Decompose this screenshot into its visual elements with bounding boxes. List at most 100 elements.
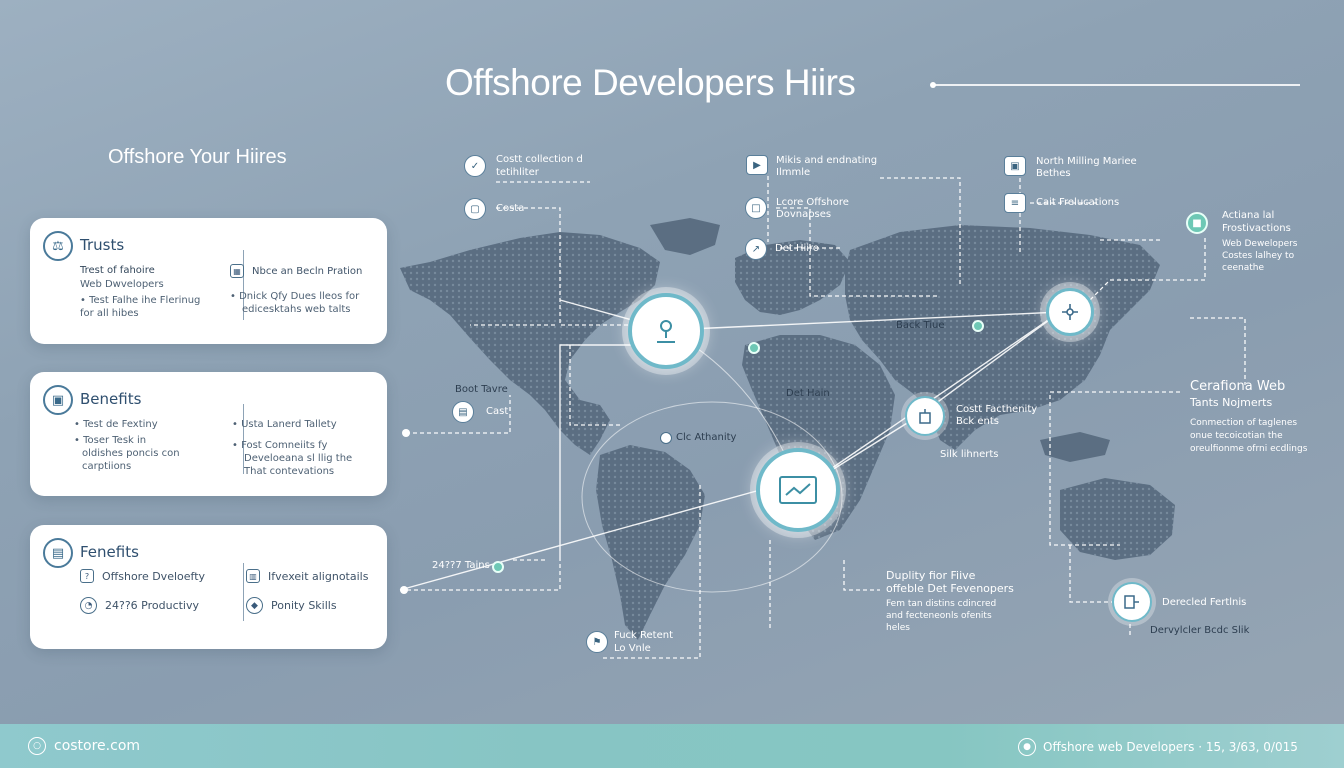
node-fuck-retent[interactable]: ⚑ bbox=[586, 631, 608, 653]
document-icon: ▤ bbox=[43, 538, 73, 568]
label-actiana-5: ceenathe bbox=[1222, 263, 1265, 273]
card-divider bbox=[243, 563, 244, 621]
node-det-hiiro[interactable]: ↗ bbox=[745, 238, 767, 260]
card-text: Develoeana sl llig the bbox=[244, 453, 353, 464]
fenefits-item-label: Ifvexeit alignotails bbox=[268, 569, 369, 583]
fenefits-item-4: ◆ Ponity Skills bbox=[246, 597, 337, 614]
label-actiana-2: Frostivactions bbox=[1222, 223, 1291, 234]
teal-dot-back bbox=[972, 320, 984, 332]
card-benefits[interactable]: ▣ Benefits • Test de Fextiny • Toser Tes… bbox=[30, 372, 387, 496]
label-duplity-2: offeble Det Fevenopers bbox=[886, 582, 1014, 595]
node-derecled[interactable] bbox=[1112, 582, 1152, 622]
label-mikis-1: Mikis and endnating bbox=[776, 155, 878, 166]
clock-icon: ◔ bbox=[80, 597, 97, 614]
label-actiana-3: Web Dewelopers bbox=[1222, 239, 1298, 249]
footer-site[interactable]: costore.com bbox=[54, 738, 140, 754]
label-cerafiona-desc-1: Conmection of taglenes bbox=[1190, 418, 1298, 428]
fenefits-item-3: ▥ Ifvexeit alignotails bbox=[246, 569, 368, 583]
teal-dot-europe bbox=[748, 342, 760, 354]
footer-right: ● Offshore web Developers · 15, 3/63, 0/… bbox=[1018, 738, 1298, 756]
footer-left[interactable]: ○ costore.com bbox=[28, 737, 140, 755]
card-title: Fenefits bbox=[80, 543, 139, 561]
card-text: for all hibes bbox=[80, 308, 139, 319]
label-det-hiiro: Det Hiiro bbox=[775, 243, 820, 254]
chart-mini-icon: ▥ bbox=[246, 569, 260, 583]
card-title: Trusts bbox=[80, 236, 125, 254]
user-icon: ● bbox=[1018, 738, 1036, 756]
card-text: • Test Falhe ihe Flerinug bbox=[80, 295, 201, 306]
label-north-milling-2: Bethes bbox=[1036, 168, 1071, 179]
node-actiana[interactable]: ■ bbox=[1186, 212, 1208, 234]
node-cost-collection[interactable]: ✓ bbox=[464, 155, 486, 177]
device-icon bbox=[1124, 595, 1139, 609]
big-node-chart[interactable] bbox=[756, 448, 840, 532]
card-text: carptiions bbox=[82, 461, 132, 472]
node-mikis[interactable]: ▶ bbox=[746, 155, 768, 175]
card-text: That contevations bbox=[244, 466, 335, 477]
card-text: Trest of fahoire bbox=[80, 265, 155, 276]
card-text: • Toser Tesk in bbox=[74, 435, 147, 446]
label-cost-facthenity-2: Bck ents bbox=[956, 416, 999, 427]
card-right-head: ▦ Nbce an Becln Pration bbox=[230, 264, 362, 278]
label-boot-tavre: Boot Tavre bbox=[455, 384, 508, 395]
calendar-icon: ▦ bbox=[230, 264, 244, 278]
label-fuck-retent-1: Fuck Retent bbox=[614, 630, 673, 641]
card-text: edicesktahs web talts bbox=[242, 304, 351, 315]
label-north-milling-1: North Milling Mariee bbox=[1036, 156, 1137, 167]
endpoint-dot-2 bbox=[400, 586, 408, 594]
shield-icon: ◆ bbox=[246, 597, 263, 614]
label-silk-lihnerts: Silk lihnerts bbox=[940, 449, 999, 460]
card-text: • Dnick Qfy Dues lleos for bbox=[230, 291, 360, 302]
footer-caption: Offshore web Developers · 15, 3/63, 0/01… bbox=[1043, 740, 1298, 754]
fenefits-item-label: 24??6 Productivy bbox=[105, 599, 200, 612]
card-text: • Test de Fextiny bbox=[74, 419, 158, 430]
label-duplity-desc-3: heles bbox=[886, 623, 910, 633]
node-costa[interactable]: ▢ bbox=[464, 198, 486, 220]
label-fuck-retent-2: Lo Vnle bbox=[614, 643, 651, 654]
label-cast: Cast bbox=[486, 406, 509, 417]
label-lcore-1: Lcore Offshore bbox=[776, 197, 849, 208]
label-dervylcler: Dervylcler Bcdc Slik bbox=[1150, 625, 1250, 636]
chart-icon bbox=[779, 476, 817, 504]
card-text: oldishes poncis con bbox=[82, 448, 180, 459]
card-text: Web Dwvelopers bbox=[80, 279, 164, 290]
node-cost-facthenity[interactable] bbox=[905, 396, 945, 436]
card-right-head-label: Nbce an Becln Pration bbox=[252, 265, 363, 277]
node-lcore[interactable]: □ bbox=[745, 197, 767, 219]
endpoint-dot-1 bbox=[402, 429, 410, 437]
card-text: • Usta Lanerd Tallety bbox=[232, 419, 337, 430]
label-det-hain: Det Hain bbox=[786, 388, 830, 399]
label-actiana-4: Costes lalhey to bbox=[1222, 251, 1295, 261]
card-trusts[interactable]: ⚖ Trusts Trest of fahoire Web Dwvelopers… bbox=[30, 218, 387, 344]
label-duplity-1: Duplity fior Fiive bbox=[886, 569, 976, 582]
node-clc[interactable] bbox=[660, 432, 672, 444]
card-fenefits[interactable]: ▤ Fenefits ? Offshore Dveloefty ◔ 24??6 … bbox=[30, 525, 387, 649]
label-duplity-desc-2: and fecteneonls ofenits bbox=[886, 611, 992, 621]
building-icon bbox=[919, 409, 931, 424]
label-derecled: Derecled Fertlnis bbox=[1162, 597, 1247, 608]
network-icon bbox=[1062, 304, 1078, 320]
node-cait-frelucations[interactable]: ≡ bbox=[1004, 193, 1026, 213]
label-cait-frelucations: Cait Frelucations bbox=[1036, 197, 1120, 208]
globe-icon: ○ bbox=[28, 737, 46, 755]
fenefits-item-label: Offshore Dveloefty bbox=[102, 569, 206, 583]
teal-dot-hours bbox=[492, 561, 504, 573]
big-node-network[interactable] bbox=[1046, 288, 1094, 336]
label-actiana-1: Actiana lal bbox=[1222, 210, 1275, 221]
label-cerafiona-2: Tants Nojmerts bbox=[1190, 396, 1273, 409]
label-duplity-desc-1: Fem tan distins cdincred bbox=[886, 599, 997, 609]
big-node-person[interactable] bbox=[628, 293, 704, 369]
node-cast[interactable]: ▤ bbox=[452, 401, 474, 423]
label-back-tiue: Back Tiue bbox=[896, 320, 945, 331]
card-title: Benefits bbox=[80, 390, 142, 408]
fenefits-item-label: Ponity Skills bbox=[271, 599, 337, 612]
label-cost-collection-1: Costt collection d bbox=[496, 154, 583, 165]
person-icon bbox=[657, 320, 675, 343]
label-cost-collection-2: tetihliter bbox=[496, 167, 539, 178]
continent-greenland bbox=[650, 218, 720, 255]
label-clc-athanity: Clc Athanity bbox=[676, 432, 737, 443]
node-north-milling[interactable]: ▣ bbox=[1004, 156, 1026, 176]
card-text: • Fost Comneiits fy bbox=[232, 440, 328, 451]
fenefits-item-1: ? Offshore Dveloefty bbox=[80, 569, 205, 583]
label-hours: 24??7 Tains bbox=[432, 560, 490, 571]
